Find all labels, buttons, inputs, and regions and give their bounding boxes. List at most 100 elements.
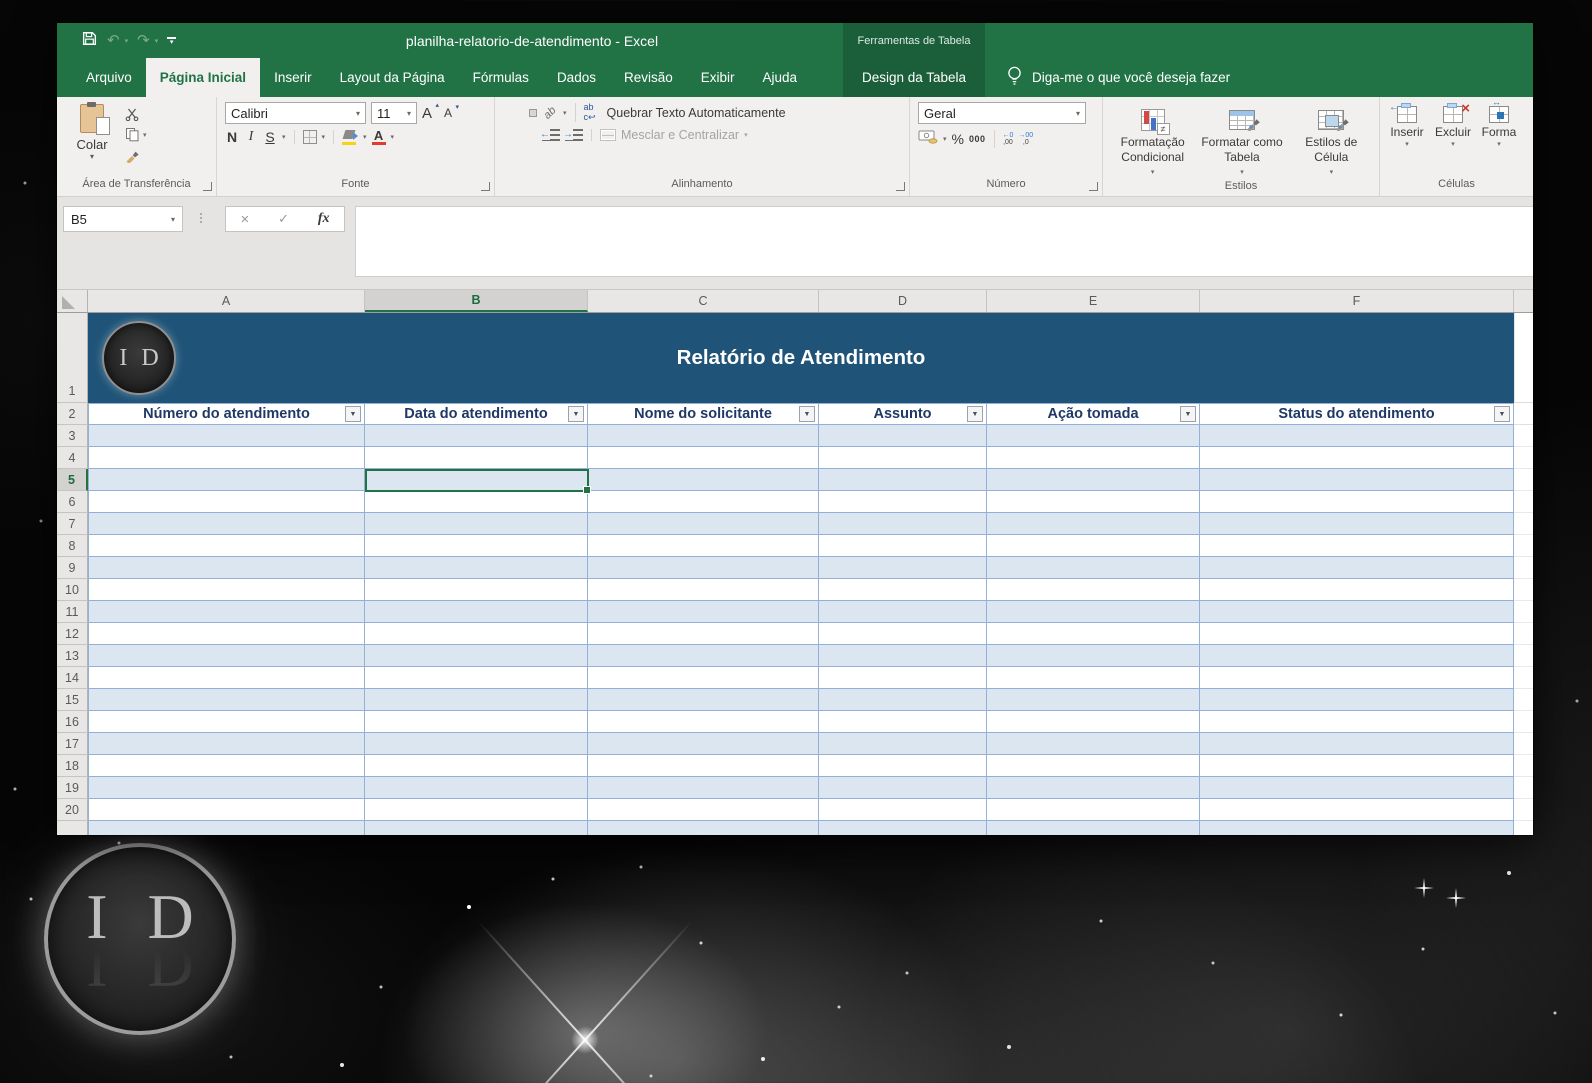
cell[interactable]: [819, 535, 987, 557]
font-color-dropdown-icon[interactable]: ▾: [391, 133, 395, 141]
tab-dados[interactable]: Dados: [543, 58, 610, 97]
cell[interactable]: [819, 689, 987, 711]
cell[interactable]: [819, 799, 987, 821]
table-header-cell[interactable]: Nome do solicitante ▼: [588, 403, 819, 425]
decrease-decimal-icon[interactable]: →00,0: [1018, 132, 1033, 146]
cell[interactable]: [588, 733, 819, 755]
italic-button[interactable]: I: [244, 129, 258, 145]
cell[interactable]: [1514, 777, 1533, 799]
name-box-dropdown-icon[interactable]: ▾: [171, 215, 175, 224]
cell[interactable]: [1514, 425, 1533, 447]
cell[interactable]: [1514, 711, 1533, 733]
cell[interactable]: [1514, 733, 1533, 755]
cell[interactable]: [365, 689, 588, 711]
cell[interactable]: [88, 711, 365, 733]
cell[interactable]: [1514, 689, 1533, 711]
cell[interactable]: [1200, 535, 1514, 557]
cell[interactable]: [1514, 313, 1533, 403]
cell[interactable]: [819, 821, 987, 835]
clipboard-dialog-launcher-icon[interactable]: [203, 182, 212, 191]
cell[interactable]: [987, 667, 1200, 689]
redo-dropdown-icon[interactable]: ▾: [155, 37, 159, 45]
align-right-icon[interactable]: [529, 131, 537, 139]
cell[interactable]: [88, 777, 365, 799]
cell[interactable]: [987, 623, 1200, 645]
row-header[interactable]: 14: [57, 667, 88, 689]
number-dialog-launcher-icon[interactable]: [1089, 182, 1098, 191]
column-header-E[interactable]: E: [987, 290, 1200, 312]
cell[interactable]: [588, 755, 819, 777]
cell[interactable]: [1514, 557, 1533, 579]
row-header[interactable]: 5: [57, 469, 88, 491]
cell[interactable]: [88, 733, 365, 755]
insert-cells-button[interactable]: ← Inserir ▾: [1384, 102, 1430, 178]
cell[interactable]: [365, 491, 588, 513]
cell[interactable]: [1200, 711, 1514, 733]
column-header-D[interactable]: D: [819, 290, 987, 312]
accounting-dropdown-icon[interactable]: ▾: [943, 135, 947, 143]
cell[interactable]: [1514, 447, 1533, 469]
alignment-dialog-launcher-icon[interactable]: [896, 182, 905, 191]
cell[interactable]: [588, 799, 819, 821]
table-header-cell[interactable]: Status do atendimento ▼: [1200, 403, 1514, 425]
cell[interactable]: [588, 711, 819, 733]
cell[interactable]: [1514, 667, 1533, 689]
increase-font-icon[interactable]: A: [422, 101, 439, 122]
cell[interactable]: [88, 447, 365, 469]
cell[interactable]: [365, 755, 588, 777]
align-bottom-icon[interactable]: [529, 108, 537, 117]
increase-decimal-icon[interactable]: ←0,00: [1003, 132, 1014, 146]
cell[interactable]: [588, 777, 819, 799]
cell[interactable]: [987, 645, 1200, 667]
cell[interactable]: [588, 513, 819, 535]
row-header[interactable]: [57, 821, 88, 835]
cell[interactable]: [987, 535, 1200, 557]
cell[interactable]: [88, 689, 365, 711]
merge-dropdown-icon[interactable]: ▾: [744, 131, 748, 139]
cell[interactable]: [819, 425, 987, 447]
cell[interactable]: [1514, 645, 1533, 667]
cell[interactable]: [365, 469, 588, 491]
row-header[interactable]: 9: [57, 557, 88, 579]
cell[interactable]: [588, 645, 819, 667]
cell[interactable]: [819, 601, 987, 623]
cell[interactable]: [987, 711, 1200, 733]
cell[interactable]: [819, 755, 987, 777]
cell[interactable]: [88, 491, 365, 513]
cell[interactable]: [1200, 799, 1514, 821]
cell[interactable]: [819, 777, 987, 799]
cell[interactable]: [88, 535, 365, 557]
underline-dropdown-icon[interactable]: ▾: [282, 133, 286, 141]
number-format-combo[interactable]: Geral ▾: [918, 102, 1086, 124]
cell[interactable]: [1514, 755, 1533, 777]
paste-dropdown-icon[interactable]: ▾: [90, 152, 94, 161]
cell[interactable]: [1200, 601, 1514, 623]
cell[interactable]: [588, 601, 819, 623]
cell[interactable]: [1514, 469, 1533, 491]
cell[interactable]: [588, 557, 819, 579]
decrease-font-icon[interactable]: A: [444, 103, 459, 120]
cell[interactable]: [1200, 821, 1514, 835]
cell[interactable]: [1200, 513, 1514, 535]
cell[interactable]: [1514, 799, 1533, 821]
row-header[interactable]: 10: [57, 579, 88, 601]
cell[interactable]: [987, 755, 1200, 777]
column-header-partial[interactable]: [1514, 290, 1533, 312]
formula-input[interactable]: [355, 206, 1533, 277]
cancel-icon[interactable]: ×: [240, 211, 249, 228]
merge-center-button[interactable]: Mesclar e Centralizar: [621, 128, 739, 142]
table-header-cell[interactable]: Assunto ▼: [819, 403, 987, 425]
cell[interactable]: [365, 425, 588, 447]
format-cells-button[interactable]: ↔ Forma ▾: [1476, 97, 1522, 178]
paste-button[interactable]: Colar ▾: [65, 102, 119, 178]
cell[interactable]: [588, 821, 819, 835]
cell[interactable]: [987, 425, 1200, 447]
cell[interactable]: [365, 601, 588, 623]
row-header[interactable]: 12: [57, 623, 88, 645]
bold-button[interactable]: N: [225, 129, 239, 145]
name-box[interactable]: B5 ▾: [63, 206, 183, 232]
cell[interactable]: [987, 579, 1200, 601]
filter-dropdown-icon[interactable]: ▼: [1180, 406, 1196, 422]
borders-dropdown-icon[interactable]: ▾: [322, 133, 326, 141]
orientation-dropdown-icon[interactable]: ▾: [563, 109, 567, 117]
